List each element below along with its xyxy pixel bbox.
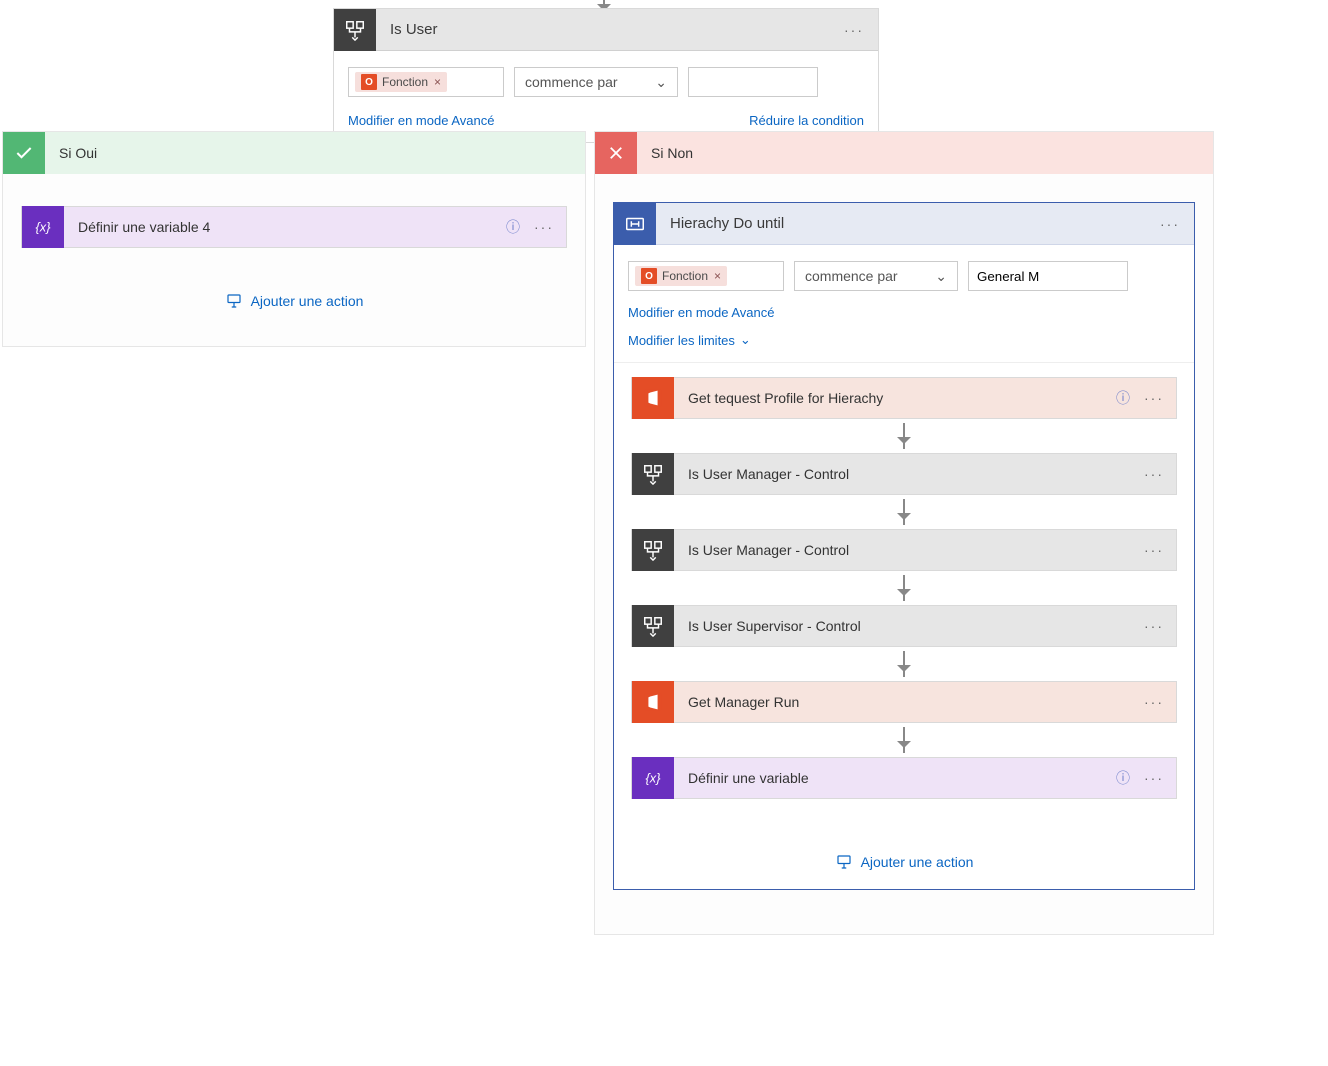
add-action-icon [835,853,853,871]
var-icon: {x} [632,757,674,799]
do-until-title: Hierachy Do until [670,215,784,232]
action-menu[interactable]: ··· [1144,466,1164,482]
step-label: Définir une variable [688,770,1116,786]
du-limits-link[interactable]: Modifier les limites⌄ [628,332,1180,348]
flow-arrow [903,499,905,525]
office-icon: O [641,268,657,284]
do-until-card: Hierachy Do until ··· OFonction× commenc… [613,202,1195,890]
help-icon[interactable]: ⓘ [1116,388,1130,408]
condition-card: Is User ··· OFonction× commence par⌄ Mod… [333,8,879,143]
condition-title: Is User [390,21,438,38]
step-ctl[interactable]: Is User Supervisor - Control··· [631,605,1177,647]
du-left-operand[interactable]: OFonction× [628,261,784,291]
svg-text:{x}: {x} [646,771,662,786]
flow-arrow [903,651,905,677]
step-label: Is User Manager - Control [688,542,1144,558]
remove-token-icon[interactable]: × [714,269,721,283]
help-icon[interactable]: ⓘ [506,217,520,237]
du-advanced-link[interactable]: Modifier en mode Avancé [628,305,1180,320]
du-operator-select[interactable]: commence par⌄ [794,261,958,291]
variable-icon: {x} [22,206,64,248]
flow-arrow [903,727,905,753]
close-icon [595,132,637,174]
step-var[interactable]: {x} Définir une variableⓘ ··· [631,757,1177,799]
condition-value-input[interactable] [688,67,818,97]
reduce-condition-link[interactable]: Réduire la condition [749,113,864,128]
action-menu[interactable]: ··· [1144,542,1164,558]
check-icon [3,132,45,174]
control-icon [334,9,376,51]
action-menu[interactable]: ··· [1144,618,1164,634]
o365-icon [632,377,674,419]
step-o365[interactable]: Get tequest Profile for Hierachyⓘ ··· [631,377,1177,419]
ctl-icon [632,605,674,647]
step-label: Get Manager Run [688,694,1144,710]
step-o365[interactable]: Get Manager Run··· [631,681,1177,723]
du-add-action-link[interactable]: Ajouter une action [835,853,974,871]
help-icon[interactable]: ⓘ [1116,768,1130,788]
set-variable-action[interactable]: {x} Définir une variable 4 ⓘ ··· [21,206,567,248]
condition-left-operand[interactable]: OFonction× [348,67,504,97]
flow-arrow [903,575,905,601]
chevron-down-icon: ⌄ [935,268,947,285]
du-value-input[interactable] [968,261,1128,291]
do-until-menu[interactable]: ··· [1160,216,1180,232]
if-yes-header: Si Oui [3,132,585,174]
if-yes-title: Si Oui [59,145,97,161]
condition-operator-select[interactable]: commence par⌄ [514,67,678,97]
if-no-header: Si Non [595,132,1213,174]
step-ctl[interactable]: Is User Manager - Control··· [631,453,1177,495]
action-menu[interactable]: ··· [1144,694,1164,710]
if-no-branch: Si Non Hierachy Do until ··· OFonction× … [594,131,1214,935]
dynamic-token: OFonction× [355,72,447,92]
if-no-title: Si Non [651,145,693,161]
step-label: Is User Manager - Control [688,466,1144,482]
step-ctl[interactable]: Is User Manager - Control··· [631,529,1177,571]
add-action-icon [225,292,243,310]
action-menu[interactable]: ··· [534,219,554,235]
if-yes-branch: Si Oui {x} Définir une variable 4 ⓘ ··· … [2,131,586,347]
loop-icon [614,203,656,245]
remove-token-icon[interactable]: × [434,75,441,89]
ctl-icon [632,529,674,571]
ctl-icon [632,453,674,495]
action-menu[interactable]: ··· [1144,770,1164,786]
condition-header[interactable]: Is User ··· [334,9,878,51]
do-until-header[interactable]: Hierachy Do until ··· [614,203,1194,245]
add-action-link[interactable]: Ajouter une action [21,292,567,310]
dynamic-token: OFonction× [635,266,727,286]
chevron-down-icon: ⌄ [740,332,751,348]
office-icon: O [361,74,377,90]
chevron-down-icon: ⌄ [655,74,667,91]
edit-advanced-link[interactable]: Modifier en mode Avancé [348,113,494,128]
svg-text:{x}: {x} [36,220,52,235]
o365-icon [632,681,674,723]
flow-arrow [903,423,905,449]
step-label: Is User Supervisor - Control [688,618,1144,634]
action-menu[interactable]: ··· [1144,390,1164,406]
step-label: Get tequest Profile for Hierachy [688,390,1116,406]
condition-menu[interactable]: ··· [844,22,864,38]
